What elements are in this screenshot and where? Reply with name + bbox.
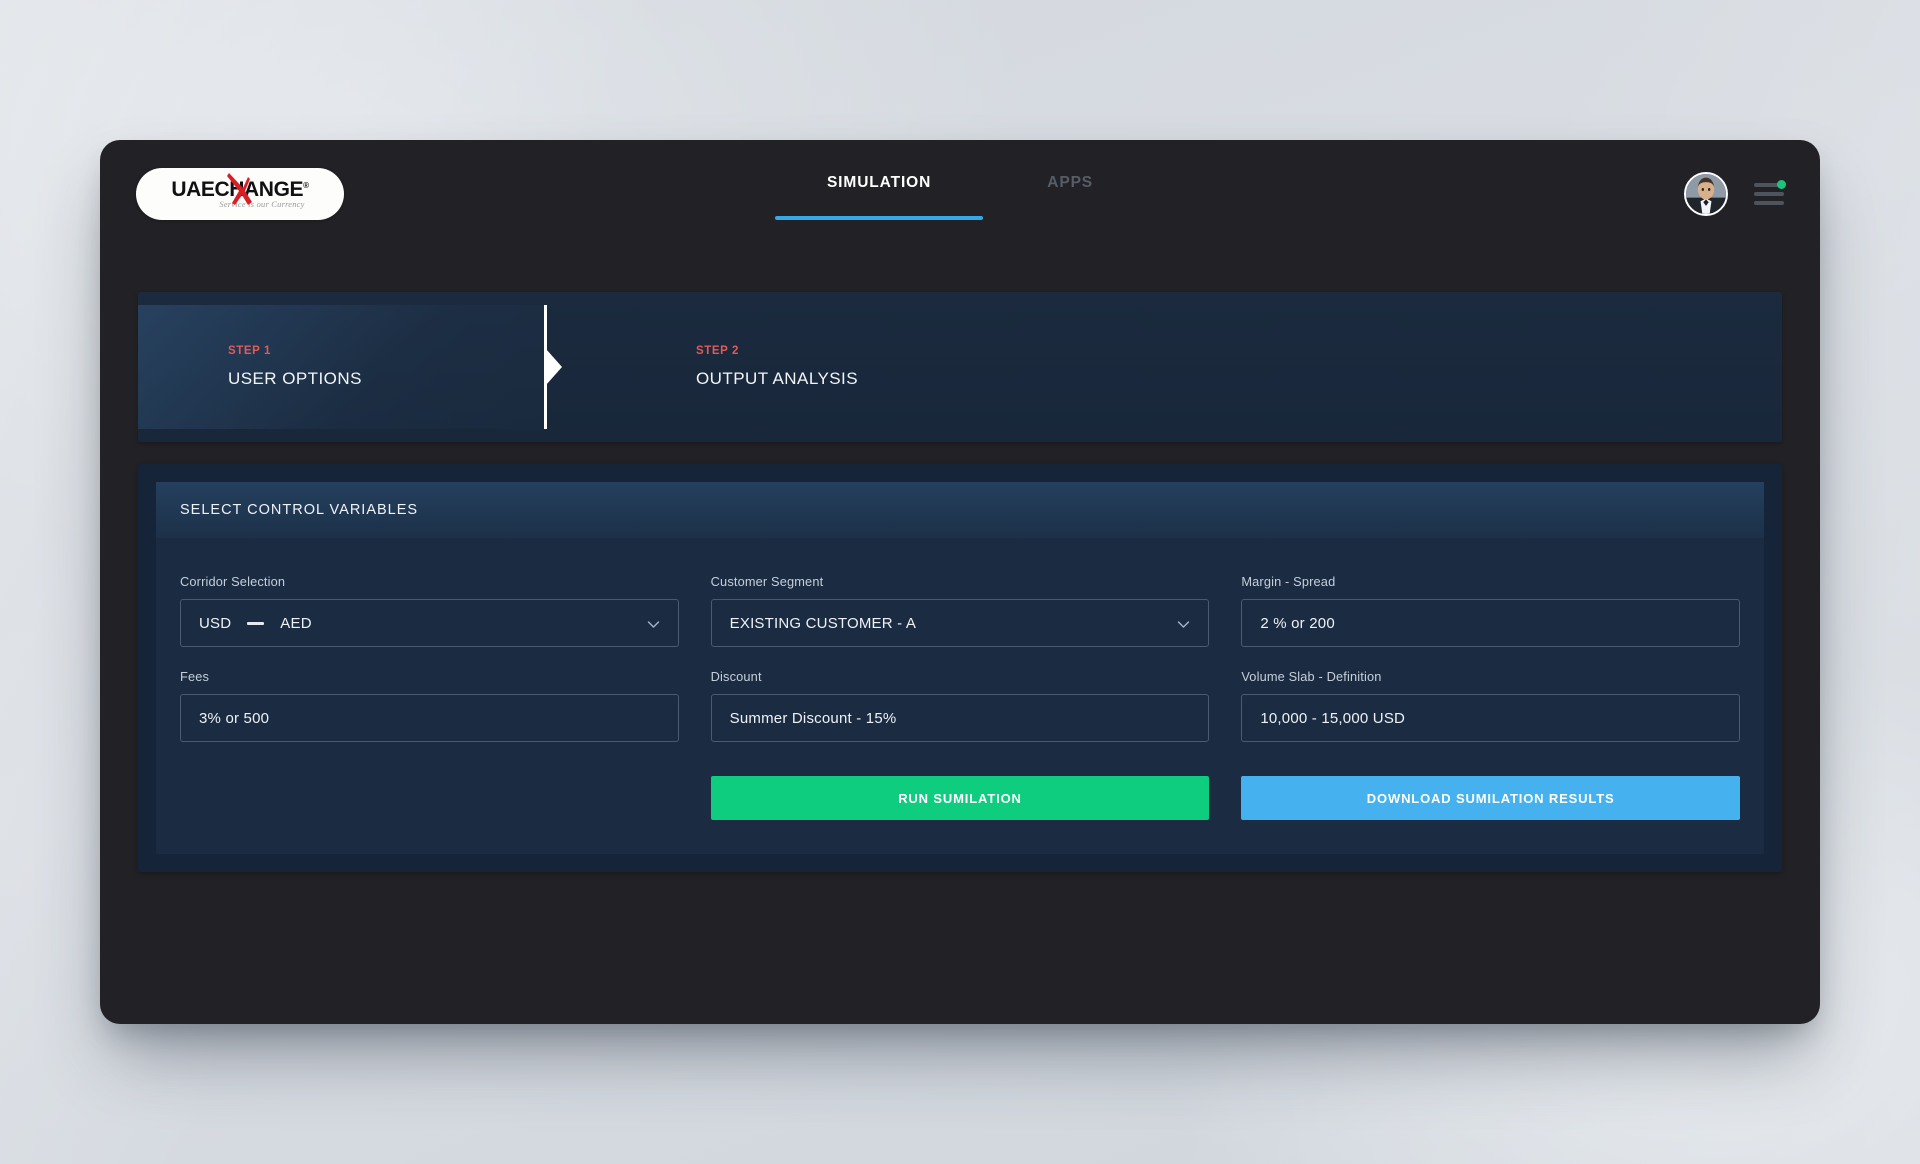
control-variables-card: SELECT CONTROL VARIABLES Corridor Select… [138, 464, 1782, 872]
brand-word-suffix: CHANGE [214, 177, 304, 201]
hamburger-bar-2 [1754, 192, 1784, 196]
control-variables-inner: SELECT CONTROL VARIABLES Corridor Select… [156, 482, 1764, 854]
brand-tagline: Service is our Currency [219, 199, 305, 209]
brand-word-prefix: UAE [171, 177, 215, 201]
chevron-down-icon [647, 618, 660, 631]
control-variables-grid: Corridor Selection USD AED Customer Segm… [156, 538, 1764, 742]
field-volume-slab-definition: Volume Slab - Definition 10,000 - 15,000… [1241, 669, 1740, 742]
field-label-corridor-selection: Corridor Selection [180, 574, 286, 589]
field-label-fees: Fees [180, 669, 210, 684]
avatar-photo-icon [1686, 174, 1726, 214]
step-chevron-right-icon [546, 349, 562, 385]
field-label-margin-spread: Margin - Spread [1241, 574, 1336, 589]
volume-slab-input[interactable]: 10,000 - 15,000 USD [1241, 694, 1740, 742]
tab-apps[interactable]: APPS [1043, 174, 1097, 220]
step-1-title: USER OPTIONS [228, 369, 362, 388]
actions-spacer [180, 776, 679, 820]
discount-value: Summer Discount - 15% [729, 709, 897, 727]
customer-segment-value: EXISTING CUSTOMER - A [729, 614, 917, 632]
volume-slab-value: 10,000 - 15,000 USD [1260, 709, 1406, 727]
margin-spread-input[interactable]: 2 % or 200 [1241, 599, 1740, 647]
step-2-kicker: STEP 2 [696, 345, 740, 357]
hamburger-menu-icon[interactable] [1754, 180, 1786, 205]
field-corridor-selection: Corridor Selection USD AED [180, 574, 679, 647]
page-content: STEP 1 USER OPTIONS STEP 2 OUTPUT ANALYS… [100, 248, 1820, 872]
brand-logo-inner: UAECHANGE® Service is our Currency [171, 172, 309, 209]
app-window: UAECHANGE® Service is our Currency SIMUL… [100, 140, 1820, 1024]
corridor-dash-icon [247, 621, 265, 625]
corridor-selection-select[interactable]: USD AED [180, 599, 679, 647]
field-label-customer-segment: Customer Segment [710, 574, 824, 589]
top-bar-right [1684, 172, 1786, 216]
main-nav: SIMULATION APPS [100, 140, 1820, 248]
top-bar: UAECHANGE® Service is our Currency SIMUL… [100, 140, 1820, 248]
discount-input[interactable]: Summer Discount - 15% [710, 694, 1210, 742]
chevron-down-icon [1177, 618, 1190, 631]
registered-mark-icon: ® [303, 180, 309, 190]
corridor-value-row: USD AED [199, 615, 312, 632]
notification-dot [1777, 180, 1786, 189]
download-simulation-results-button[interactable]: DOWNLOAD SUMILATION RESULTS [1241, 776, 1740, 820]
tab-simulation[interactable]: SIMULATION [774, 174, 984, 220]
fees-input[interactable]: 3% or 500 [180, 694, 679, 742]
field-fees: Fees 3% or 500 [180, 669, 679, 742]
hamburger-bar-3 [1754, 201, 1784, 205]
field-customer-segment: Customer Segment EXISTING CUSTOMER - A [710, 574, 1210, 647]
run-simulation-button[interactable]: RUN SUMILATION [710, 776, 1210, 820]
brand-logo[interactable]: UAECHANGE® Service is our Currency [136, 168, 344, 220]
field-discount: Discount Summer Discount - 15% [710, 669, 1210, 742]
form-actions: RUN SUMILATION DOWNLOAD SUMILATION RESUL… [156, 742, 1764, 820]
step-output-analysis[interactable]: STEP 2 OUTPUT ANALYSIS [606, 292, 1126, 442]
step-2-title: OUTPUT ANALYSIS [696, 369, 858, 388]
step-user-options[interactable]: STEP 1 USER OPTIONS [138, 305, 544, 429]
customer-segment-select[interactable]: EXISTING CUSTOMER - A [710, 599, 1210, 647]
section-title: SELECT CONTROL VARIABLES [156, 482, 1764, 538]
corridor-to-currency: AED [280, 614, 312, 632]
corridor-from-currency: USD [199, 614, 232, 632]
brand-wordmark: UAECHANGE® [171, 172, 309, 205]
step-1-kicker: STEP 1 [228, 345, 272, 357]
stepper: STEP 1 USER OPTIONS STEP 2 OUTPUT ANALYS… [138, 292, 1782, 442]
margin-spread-value: 2 % or 200 [1260, 614, 1335, 632]
field-margin-spread: Margin - Spread 2 % or 200 [1241, 574, 1740, 647]
field-label-volume-slab-definition: Volume Slab - Definition [1241, 669, 1382, 684]
user-avatar[interactable] [1684, 172, 1728, 216]
fees-value: 3% or 500 [199, 709, 270, 727]
field-label-discount: Discount [710, 669, 762, 684]
